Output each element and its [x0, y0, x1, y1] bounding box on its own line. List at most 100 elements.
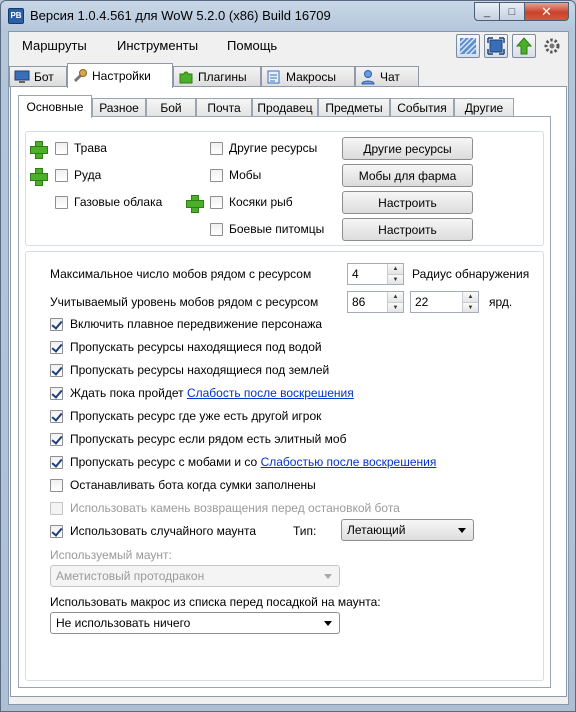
close-button[interactable]: ✕	[525, 2, 569, 21]
tab-plugins-label: Плагины	[198, 70, 247, 84]
stop-bags-label: Останавливать бота когда сумки заполнены	[70, 478, 316, 492]
caption-buttons: _ □ ✕	[474, 2, 569, 21]
main-window: PB Версия 1.0.4.561 для WoW 5.2.0 (x86) …	[0, 0, 576, 712]
max-mobs-spinner[interactable]: 4 ▲ ▼	[347, 263, 404, 285]
mob-level-spinner[interactable]: 86 ▲ ▼	[347, 291, 404, 313]
subtab-other[interactable]: Другие	[454, 98, 514, 117]
tab-chat[interactable]: Чат	[355, 66, 419, 87]
subtab-vendor[interactable]: Продавец	[252, 98, 318, 117]
window-title: Версия 1.0.4.561 для WoW 5.2.0 (x86) Bui…	[30, 8, 331, 23]
tab-bot[interactable]: Бот	[9, 66, 67, 87]
max-mobs-value: 4	[352, 267, 359, 281]
pets-checkbox[interactable]	[210, 223, 223, 236]
fish-checkbox[interactable]	[210, 196, 223, 209]
title-bar[interactable]: PB Версия 1.0.4.561 для WoW 5.2.0 (x86) …	[1, 1, 575, 31]
skip-underwater-label: Пропускать ресурсы находящиеся под водой	[70, 340, 322, 354]
subtab-general[interactable]: Основные	[18, 95, 92, 118]
subtab-events[interactable]: События	[390, 98, 454, 117]
smooth-move-label: Включить плавное передвижение персонажа	[70, 317, 323, 331]
wait-weakness-checkbox[interactable]	[50, 387, 63, 400]
chevron-down-icon	[324, 574, 332, 579]
subtab-combat[interactable]: Бой	[146, 98, 196, 117]
plus-icon[interactable]	[30, 168, 48, 186]
fullscreen-icon[interactable]	[484, 34, 508, 58]
skip-mobs-weakness-label: Пропускать ресурс с мобами и со Слабость…	[70, 455, 436, 469]
gas-label: Газовые облака	[74, 195, 163, 209]
plus-icon[interactable]	[30, 141, 48, 159]
skip-mobs-text: Пропускать ресурс с мобами и со	[70, 455, 261, 469]
status-bar	[9, 700, 568, 704]
gas-checkbox[interactable]	[55, 196, 68, 209]
mobs-checkbox[interactable]	[210, 169, 223, 182]
skip-player-checkbox[interactable]	[50, 410, 63, 423]
tab-settings[interactable]: Настройки	[67, 63, 173, 88]
subtab-mail[interactable]: Почта	[196, 98, 252, 117]
wait-weakness-text: Ждать пока пройдет	[70, 386, 187, 400]
stop-bags-checkbox[interactable]	[50, 479, 63, 492]
tab-macros[interactable]: Макросы	[261, 66, 355, 87]
toolbar	[456, 34, 564, 58]
macro-select[interactable]: Не использовать ничего	[50, 612, 340, 634]
monitor-icon	[14, 69, 30, 85]
random-mount-label: Использовать случайного маунта	[70, 524, 257, 538]
menu-routes[interactable]: Маршруты	[22, 38, 87, 53]
skip-player-label: Пропускать ресурс где уже есть другой иг…	[70, 409, 322, 423]
macro-value: Не использовать ничего	[56, 616, 191, 630]
herbs-checkbox[interactable]	[55, 142, 68, 155]
used-mount-value: Аметистовый протодракон	[56, 569, 205, 583]
resources-group: Трава Руда Газовые облака Другие ресурсы…	[25, 131, 544, 246]
maximize-button[interactable]: □	[500, 2, 525, 21]
random-mount-checkbox[interactable]	[50, 525, 63, 538]
menu-tools[interactable]: Инструменты	[117, 38, 198, 53]
other-resources-checkbox[interactable]	[210, 142, 223, 155]
farm-mobs-button[interactable]: Мобы для фарма	[342, 164, 473, 187]
skip-underground-checkbox[interactable]	[50, 364, 63, 377]
radius-value: 22	[415, 295, 429, 309]
spinner-down-icon[interactable]: ▼	[388, 274, 403, 284]
gear-icon[interactable]	[540, 34, 564, 58]
skip-underwater-checkbox[interactable]	[50, 341, 63, 354]
mount-type-select[interactable]: Летающий	[341, 519, 474, 541]
wait-weakness-label: Ждать пока пройдет Слабость после воскре…	[70, 386, 354, 400]
mob-level-label: Учитываемый уровень мобов рядом с ресурс…	[50, 295, 319, 309]
mob-level-value: 86	[352, 295, 366, 309]
subtab-misc[interactable]: Разное	[92, 98, 146, 117]
chevron-down-icon	[324, 621, 332, 626]
other-resources-button[interactable]: Другие ресурсы	[342, 137, 473, 160]
mobs-label: Мобы	[229, 168, 262, 182]
spinner-down-icon[interactable]: ▼	[388, 302, 403, 312]
pets-label: Боевые питомцы	[229, 222, 325, 236]
settings-panel: Основные Разное Бой Почта Продавец Предм…	[10, 86, 567, 697]
arrow-up-icon[interactable]	[512, 34, 536, 58]
skip-elite-checkbox[interactable]	[50, 433, 63, 446]
minimize-button[interactable]: _	[474, 2, 500, 21]
ore-checkbox[interactable]	[55, 169, 68, 182]
weakness-link-2[interactable]: Слабостью после воскрешения	[261, 455, 437, 469]
tab-chat-label: Чат	[380, 70, 400, 84]
radius-spinner[interactable]: 22 ▲ ▼	[410, 291, 479, 313]
used-mount-select: Аметистовый протодракон	[50, 565, 340, 587]
general-settings: Трава Руда Газовые облака Другие ресурсы…	[18, 116, 551, 688]
client-area: Маршруты Инструменты Помощь Бот Настройк…	[8, 31, 569, 705]
chevron-down-icon	[458, 528, 466, 533]
spinner-up-icon[interactable]: ▲	[463, 292, 478, 302]
pets-configure-button[interactable]: Настроить	[342, 218, 473, 241]
skip-elite-label: Пропускать ресурс если рядом есть элитны…	[70, 432, 347, 446]
spinner-up-icon[interactable]: ▲	[388, 292, 403, 302]
mount-type-value: Летающий	[347, 523, 406, 537]
spinner-up-icon[interactable]: ▲	[388, 264, 403, 274]
skip-mobs-weakness-checkbox[interactable]	[50, 456, 63, 469]
tab-settings-label: Настройки	[92, 69, 151, 83]
weakness-link[interactable]: Слабость после воскрешения	[187, 386, 354, 400]
subtab-items[interactable]: Предметы	[318, 98, 390, 117]
user-icon	[360, 69, 376, 85]
pattern-icon[interactable]	[456, 34, 480, 58]
macro-label: Использовать макрос из списка перед поса…	[50, 595, 381, 609]
plus-icon[interactable]	[186, 195, 204, 213]
tab-plugins[interactable]: Плагины	[173, 66, 261, 87]
menu-help[interactable]: Помощь	[227, 38, 277, 53]
spinner-down-icon[interactable]: ▼	[463, 302, 478, 312]
mount-type-label: Тип:	[293, 524, 317, 538]
smooth-move-checkbox[interactable]	[50, 318, 63, 331]
fish-configure-button[interactable]: Настроить	[342, 191, 473, 214]
